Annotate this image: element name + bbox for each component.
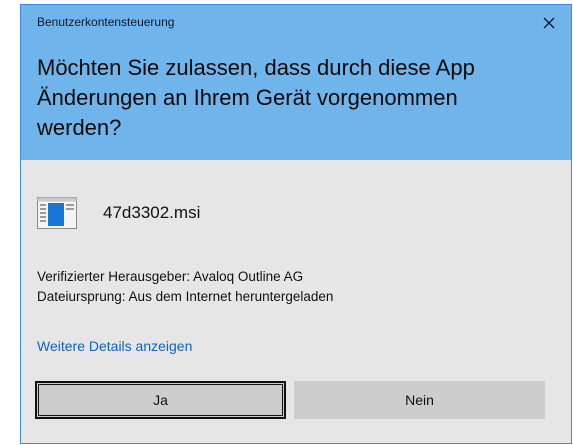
close-icon xyxy=(543,17,555,29)
origin-line: Dateiursprung: Aus dem Internet herunter… xyxy=(37,289,334,304)
dialog-header: Benutzerkontensteuerung Möchten Sie zula… xyxy=(21,5,571,160)
yes-button[interactable]: Ja xyxy=(35,381,286,419)
uac-dialog: Benutzerkontensteuerung Möchten Sie zula… xyxy=(20,4,572,444)
yes-button-label: Ja xyxy=(153,392,168,408)
dialog-question: Möchten Sie zulassen, dass durch diese A… xyxy=(37,55,475,140)
publisher-info: Verifizierter Herausgeber: Avaloq Outlin… xyxy=(37,267,333,307)
close-button[interactable] xyxy=(537,11,561,35)
no-button[interactable]: Nein xyxy=(294,381,545,419)
installer-file-icon xyxy=(37,197,77,229)
file-name: 47d3302.msi xyxy=(103,203,201,222)
dialog-title: Benutzerkontensteuerung xyxy=(37,15,175,29)
show-details-link[interactable]: Weitere Details anzeigen xyxy=(37,338,192,354)
file-row: 47d3302.msi xyxy=(37,197,200,229)
no-button-label: Nein xyxy=(405,392,434,408)
publisher-line: Verifizierter Herausgeber: Avaloq Outlin… xyxy=(37,269,304,284)
